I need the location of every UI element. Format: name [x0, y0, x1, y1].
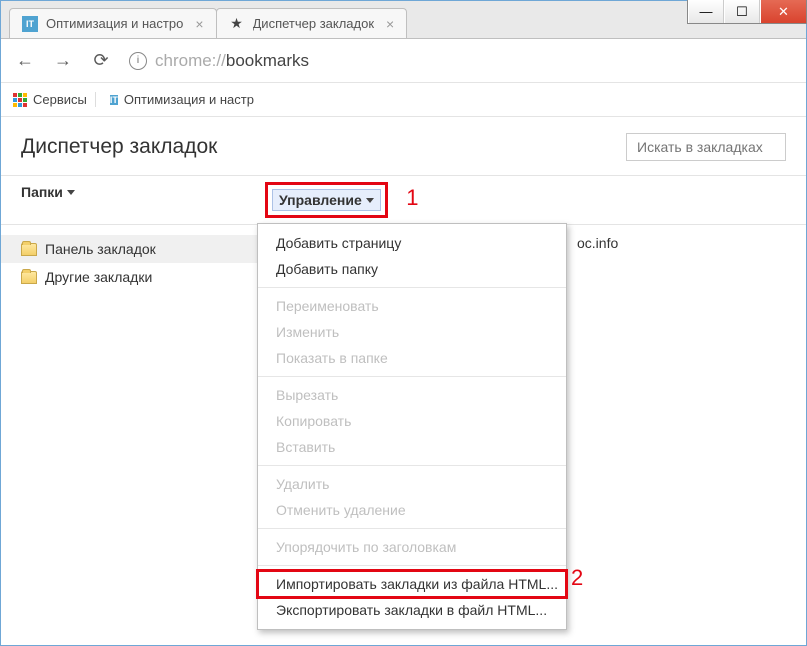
- apps-label: Сервисы: [33, 92, 87, 107]
- menu-item[interactable]: Добавить страницу: [258, 230, 566, 256]
- bookmark-label: Оптимизация и настр: [124, 92, 254, 107]
- it-favicon-icon: IT: [22, 16, 38, 32]
- minimize-button[interactable]: —: [688, 0, 724, 23]
- menu-separator: [258, 287, 566, 288]
- folder-label: Другие закладки: [45, 269, 152, 285]
- menu-item: Удалить: [258, 471, 566, 497]
- chevron-down-icon: [67, 190, 75, 195]
- toolbar-row: ← → ⟳ i chrome://bookmarks: [1, 39, 806, 83]
- maximize-button[interactable]: ☐: [724, 0, 760, 23]
- menu-item: Показать в папке: [258, 345, 566, 371]
- browser-window: IT Оптимизация и настро × ★ Диспетчер за…: [0, 0, 807, 646]
- manage-menu: Добавить страницуДобавить папку Переимено…: [257, 223, 567, 630]
- bookmark-search-input[interactable]: [626, 133, 786, 161]
- menu-item: Переименовать: [258, 293, 566, 319]
- content-columns: Панель закладок Другие закладки oc.info …: [1, 225, 806, 645]
- folder-bookmarks-bar[interactable]: Панель закладок: [1, 235, 257, 263]
- it-favicon-icon: IT: [110, 95, 118, 105]
- list-item-fragment[interactable]: oc.info: [577, 235, 618, 251]
- folder-other-bookmarks[interactable]: Другие закладки: [1, 263, 257, 291]
- back-button[interactable]: ←: [15, 50, 35, 71]
- bookmarks-bar: Сервисы IT Оптимизация и настр: [1, 83, 806, 117]
- close-tab-icon[interactable]: ×: [195, 16, 203, 32]
- menu-item: Вырезать: [258, 382, 566, 408]
- folder-label: Панель закладок: [45, 241, 156, 257]
- apps-shortcut[interactable]: Сервисы: [13, 92, 96, 107]
- folder-icon: [21, 271, 37, 284]
- page-title: Диспетчер закладок: [21, 135, 217, 159]
- menu-item[interactable]: Добавить папку: [258, 256, 566, 282]
- folder-tree: Панель закладок Другие закладки: [1, 225, 257, 645]
- url-text: chrome://bookmarks: [155, 51, 309, 71]
- annotation-box-1: Управление: [265, 182, 388, 218]
- menu-separator: [258, 465, 566, 466]
- tab-label: Диспетчер закладок: [253, 16, 375, 31]
- menu-separator: [258, 565, 566, 566]
- star-favicon-icon: ★: [229, 16, 245, 32]
- bookmark-item[interactable]: IT Оптимизация и настр: [110, 92, 262, 107]
- tab-strip: IT Оптимизация и настро × ★ Диспетчер за…: [1, 1, 806, 39]
- menu-item: Вставить: [258, 434, 566, 460]
- close-tab-icon[interactable]: ×: [386, 16, 394, 32]
- annotation-2: 2: [571, 565, 583, 591]
- site-info-icon[interactable]: i: [129, 52, 147, 70]
- menu-separator: [258, 376, 566, 377]
- folders-dropdown[interactable]: Папки: [21, 184, 75, 200]
- menu-item: Отменить удаление: [258, 497, 566, 523]
- manage-dropdown[interactable]: Управление: [272, 189, 381, 211]
- chevron-down-icon: [366, 198, 374, 203]
- menu-item: Копировать: [258, 408, 566, 434]
- tab-bookmarks-manager[interactable]: ★ Диспетчер закладок ×: [216, 8, 408, 38]
- reload-button[interactable]: ⟳: [91, 50, 111, 71]
- annotation-1: 1: [406, 185, 418, 210]
- close-window-button[interactable]: ✕: [760, 0, 806, 23]
- address-bar[interactable]: i chrome://bookmarks: [129, 51, 792, 71]
- content-toolbar: Папки Управление 1: [1, 175, 806, 225]
- folder-icon: [21, 243, 37, 256]
- menu-item[interactable]: Экспортировать закладки в файл HTML...: [258, 597, 566, 623]
- forward-button[interactable]: →: [53, 50, 73, 71]
- menu-item: Упорядочить по заголовкам: [258, 534, 566, 560]
- menu-item: Изменить: [258, 319, 566, 345]
- bookmark-list-area: oc.info Добавить страницуДобавить папку П…: [257, 225, 806, 645]
- apps-icon: [13, 93, 27, 107]
- page-header: Диспетчер закладок: [1, 117, 806, 175]
- menu-item[interactable]: Импортировать закладки из файла HTML...: [258, 571, 566, 597]
- tab-label: Оптимизация и настро: [46, 16, 183, 31]
- tab-optimization[interactable]: IT Оптимизация и настро ×: [9, 8, 217, 38]
- menu-separator: [258, 528, 566, 529]
- window-controls: — ☐ ✕: [687, 0, 807, 24]
